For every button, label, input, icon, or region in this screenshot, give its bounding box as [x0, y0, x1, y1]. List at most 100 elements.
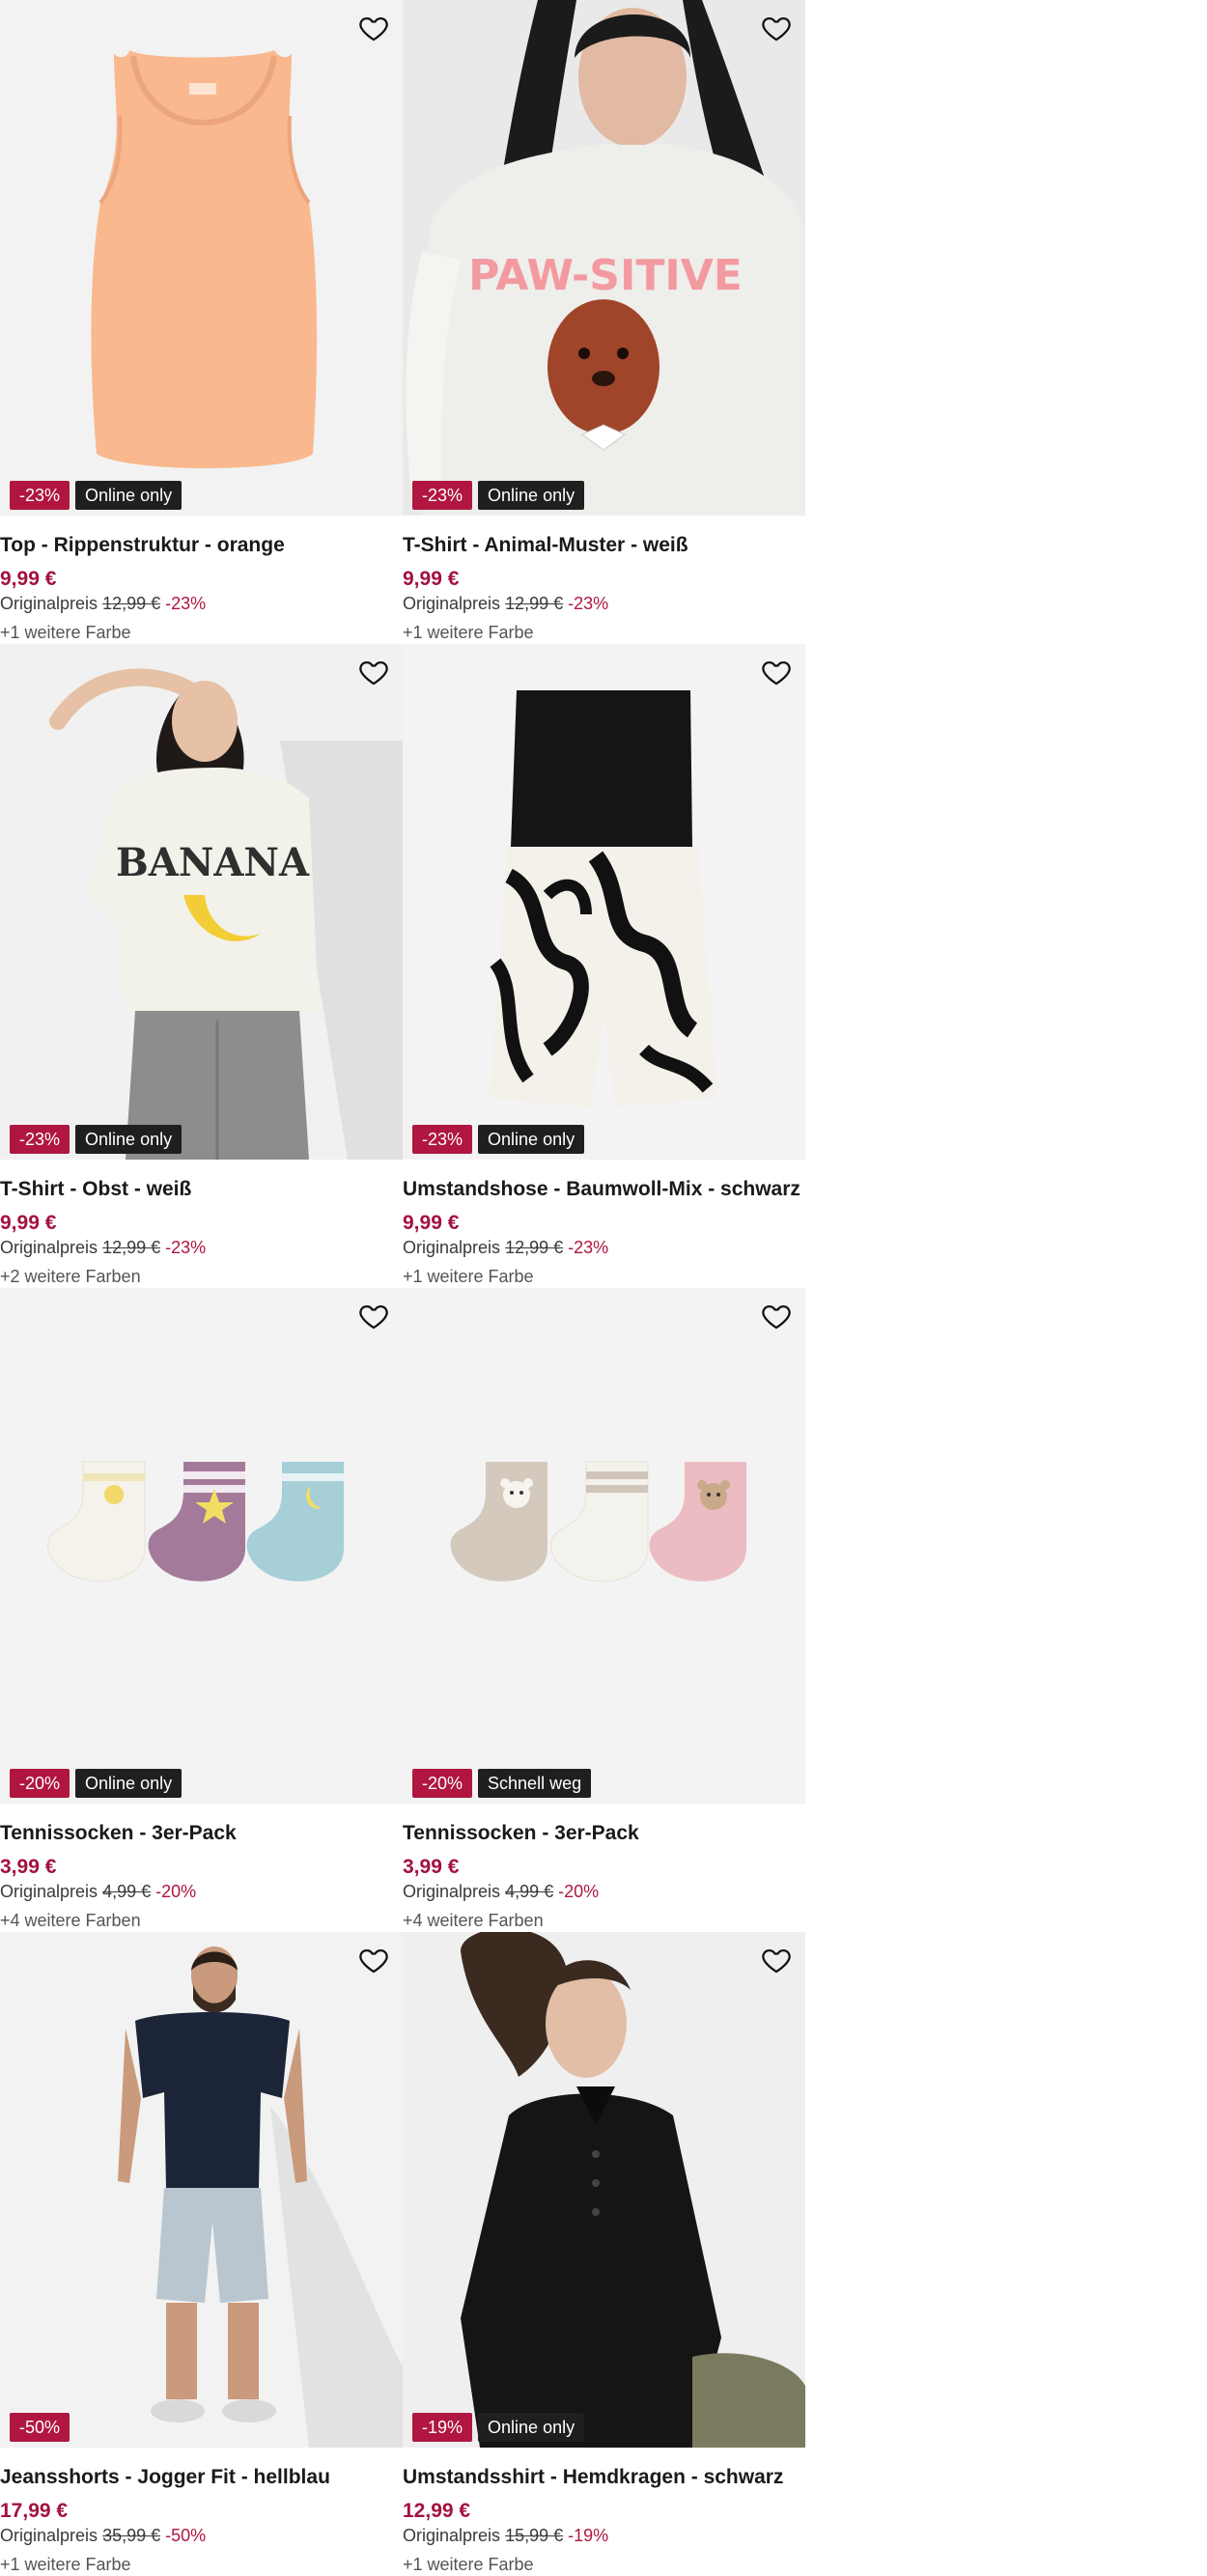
- heart-outline-icon: [762, 1304, 791, 1329]
- product-card[interactable]: -20% Online only Tennissocken - 3er-Pack…: [0, 1288, 403, 1932]
- product-title[interactable]: Top - Rippenstruktur - orange: [0, 534, 285, 557]
- discount-badge: -23%: [412, 1125, 473, 1154]
- product-price: 17,99 €: [0, 2500, 69, 2522]
- original-price: 12,99 €: [505, 594, 564, 613]
- product-title[interactable]: T-Shirt - Obst - weiß: [0, 1178, 191, 1201]
- product-info: T-Shirt - Obst - weiß 9,99 € Originalpre…: [0, 1160, 403, 1288]
- schnell-weg-badge: Schnell weg: [478, 1769, 592, 1798]
- heart-outline-icon: [762, 16, 791, 41]
- product-image[interactable]: BANANA -23% Online only: [0, 644, 403, 1160]
- favorite-button[interactable]: [757, 10, 796, 48]
- more-colors[interactable]: +2 weitere Farben: [0, 1267, 141, 1287]
- badge-row: -19% Online only: [412, 2413, 585, 2442]
- badge-row: -20% Schnell weg: [412, 1769, 592, 1798]
- product-image-tank-top: [0, 0, 403, 516]
- product-info: T-Shirt - Animal-Muster - weiß 9,99 € Or…: [403, 516, 805, 644]
- product-image[interactable]: -19% Online only: [403, 1932, 805, 2448]
- product-image-maternity-shorts: [403, 644, 805, 1160]
- favorite-button[interactable]: [354, 1942, 393, 1980]
- original-price: 12,99 €: [102, 594, 161, 613]
- product-info: Top - Rippenstruktur - orange 9,99 € Ori…: [0, 516, 403, 644]
- badge-row: -23% Online only: [10, 1125, 182, 1154]
- product-price: 3,99 €: [403, 1856, 460, 1878]
- product-title[interactable]: Umstandshose - Baumwoll-Mix - schwarz: [403, 1178, 800, 1201]
- favorite-button[interactable]: [354, 10, 393, 48]
- more-colors[interactable]: +4 weitere Farben: [0, 1911, 141, 1931]
- product-title[interactable]: Tennissocken - 3er-Pack: [403, 1822, 639, 1845]
- product-image[interactable]: -50%: [0, 1932, 403, 2448]
- product-image[interactable]: PAW-SITIVE -23% Online only: [403, 0, 805, 516]
- product-price: 9,99 €: [0, 568, 57, 590]
- more-colors[interactable]: +1 weitere Farbe: [403, 1267, 534, 1287]
- product-title[interactable]: Umstandsshirt - Hemdkragen - schwarz: [403, 2466, 783, 2489]
- badge-row: -23% Online only: [412, 1125, 585, 1154]
- favorite-button[interactable]: [757, 654, 796, 692]
- online-only-badge: Online only: [478, 2413, 585, 2442]
- discount-badge: -50%: [10, 2413, 70, 2442]
- discount-percent: -20%: [558, 1882, 600, 1901]
- product-price: 9,99 €: [0, 1212, 57, 1234]
- more-colors[interactable]: +1 weitere Farbe: [403, 623, 534, 643]
- product-image-jeansshorts: [0, 1932, 403, 2448]
- product-card[interactable]: PAW-SITIVE -23% Online only T-Shirt - An…: [403, 0, 805, 644]
- discount-percent: -20%: [155, 1882, 197, 1901]
- product-image-socks-star: [0, 1288, 403, 1804]
- original-price-line: Originalpreis 4,99 € -20%: [403, 1882, 599, 1902]
- product-image-socks-bear: [403, 1288, 805, 1804]
- product-price: 12,99 €: [403, 2500, 471, 2522]
- favorite-button[interactable]: [354, 654, 393, 692]
- heart-outline-icon: [762, 1948, 791, 1973]
- product-image[interactable]: -20% Schnell weg: [403, 1288, 805, 1804]
- discount-badge: -23%: [10, 481, 70, 510]
- discount-percent: -23%: [165, 1238, 207, 1257]
- original-price: 12,99 €: [505, 1238, 564, 1257]
- discount-badge: -20%: [412, 1769, 473, 1798]
- original-price: 15,99 €: [505, 2526, 564, 2545]
- heart-outline-icon: [359, 1948, 388, 1973]
- product-image[interactable]: -23% Online only: [0, 0, 403, 516]
- more-colors[interactable]: +1 weitere Farbe: [403, 2555, 534, 2575]
- original-price-label: Originalpreis: [403, 2526, 501, 2545]
- product-card[interactable]: -19% Online only Umstandsshirt - Hemdkra…: [403, 1932, 805, 2576]
- product-image[interactable]: -23% Online only: [403, 644, 805, 1160]
- badge-row: -23% Online only: [10, 481, 182, 510]
- original-price: 4,99 €: [102, 1882, 152, 1901]
- badge-row: -23% Online only: [412, 481, 585, 510]
- product-info: Umstandsshirt - Hemdkragen - schwarz 12,…: [403, 2448, 805, 2576]
- more-colors[interactable]: +1 weitere Farbe: [0, 2555, 131, 2575]
- original-price: 4,99 €: [505, 1882, 554, 1901]
- more-colors[interactable]: +4 weitere Farben: [403, 1911, 544, 1931]
- product-grid: -23% Online only Top - Rippenstruktur - …: [0, 0, 805, 2576]
- heart-outline-icon: [359, 16, 388, 41]
- original-price-line: Originalpreis 12,99 € -23%: [0, 1238, 206, 1258]
- discount-percent: -23%: [165, 594, 207, 613]
- product-card[interactable]: -20% Schnell weg Tennissocken - 3er-Pack…: [403, 1288, 805, 1932]
- favorite-button[interactable]: [757, 1298, 796, 1336]
- original-price-label: Originalpreis: [403, 1882, 501, 1901]
- product-title[interactable]: Tennissocken - 3er-Pack: [0, 1822, 237, 1845]
- heart-outline-icon: [359, 1304, 388, 1329]
- product-card[interactable]: -23% Online only Umstandshose - Baumwoll…: [403, 644, 805, 1288]
- more-colors[interactable]: +1 weitere Farbe: [0, 623, 131, 643]
- favorite-button[interactable]: [354, 1298, 393, 1336]
- product-info: Tennissocken - 3er-Pack 3,99 € Originalp…: [403, 1804, 805, 1932]
- discount-percent: -23%: [568, 1238, 609, 1257]
- product-image-maternity-shirt: [403, 1932, 805, 2448]
- product-image-tshirt-dog: PAW-SITIVE: [403, 0, 805, 516]
- product-card[interactable]: -50% Jeansshorts - Jogger Fit - hellblau…: [0, 1932, 403, 2576]
- badge-row: -20% Online only: [10, 1769, 182, 1798]
- product-card[interactable]: BANANA -23% Online only T-Shirt - Obst -…: [0, 644, 403, 1288]
- original-price-label: Originalpreis: [0, 594, 98, 613]
- product-card[interactable]: -23% Online only Top - Rippenstruktur - …: [0, 0, 403, 644]
- discount-percent: -23%: [568, 594, 609, 613]
- original-price-line: Originalpreis 35,99 € -50%: [0, 2526, 206, 2546]
- original-price-line: Originalpreis 12,99 € -23%: [403, 594, 608, 614]
- discount-percent: -50%: [165, 2526, 207, 2545]
- product-title[interactable]: Jeansshorts - Jogger Fit - hellblau: [0, 2466, 330, 2489]
- original-price-line: Originalpreis 4,99 € -20%: [0, 1882, 196, 1902]
- product-image[interactable]: -20% Online only: [0, 1288, 403, 1804]
- original-price-line: Originalpreis 15,99 € -19%: [403, 2526, 608, 2546]
- print-text: BANANA: [116, 840, 310, 885]
- favorite-button[interactable]: [757, 1942, 796, 1980]
- product-title[interactable]: T-Shirt - Animal-Muster - weiß: [403, 534, 688, 557]
